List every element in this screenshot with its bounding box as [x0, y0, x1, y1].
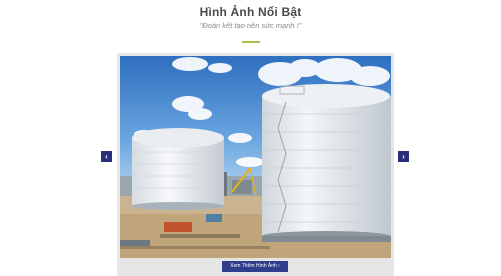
section-subtitle: "Đoàn kết tạo nên sức mạnh !" — [199, 21, 302, 30]
slider-prev-button[interactable]: ‹ — [101, 151, 112, 162]
featured-images-section: Hình Ảnh Nổi Bật "Đoàn kết tạo nên sức m… — [0, 0, 501, 276]
chevron-right-icon: › — [402, 152, 405, 161]
title-divider — [242, 41, 260, 43]
section-title: Hình Ảnh Nổi Bật — [199, 5, 302, 19]
chevron-left-icon: ‹ — [105, 152, 108, 161]
view-more-images-button[interactable]: Xem Thêm Hình Ảnh › — [222, 261, 288, 272]
slider-next-button[interactable]: › — [398, 151, 409, 162]
slider-image[interactable] — [120, 56, 391, 258]
